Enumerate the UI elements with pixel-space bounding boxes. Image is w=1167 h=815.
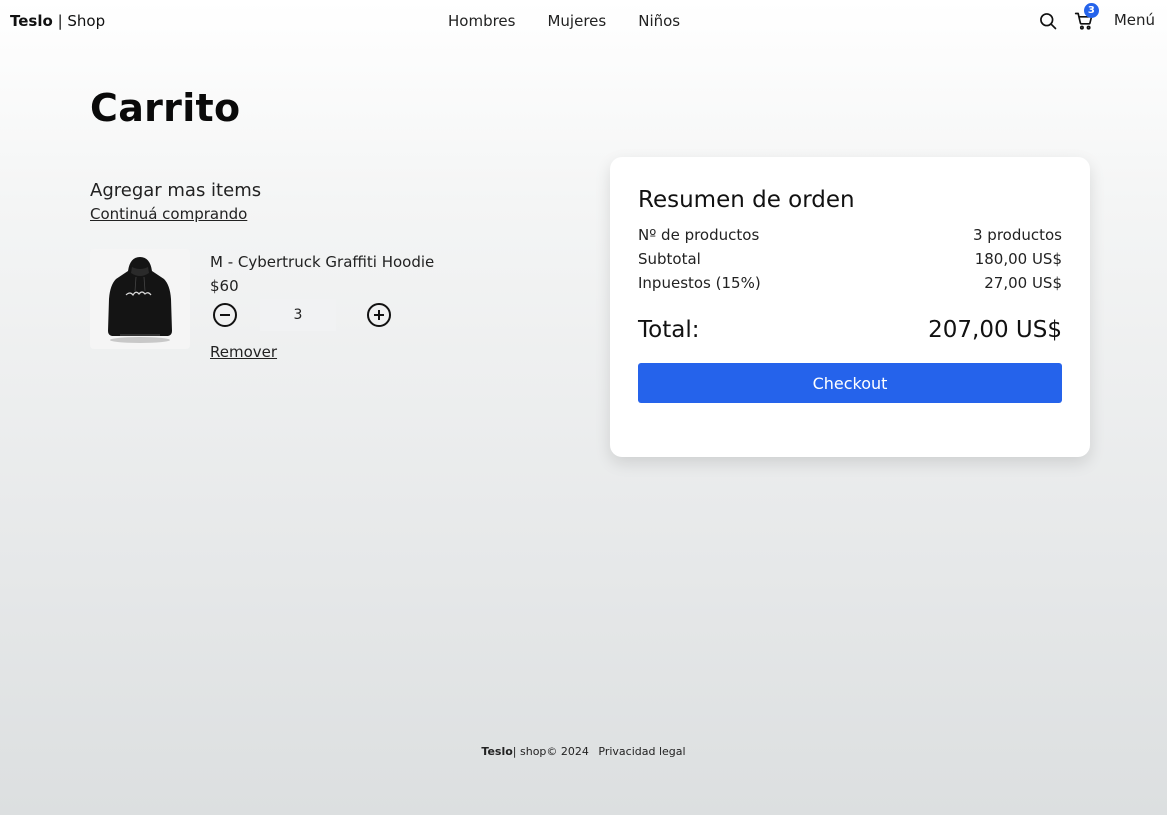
page-title: Carrito — [90, 86, 241, 130]
total-value: 207,00 US$ — [928, 317, 1062, 343]
summary-row-taxes: Inpuestos (15%) 27,00 US$ — [638, 271, 1062, 295]
cart-button[interactable]: 3 — [1072, 3, 1099, 32]
hoodie-image — [108, 257, 172, 343]
minus-circle-icon — [213, 303, 237, 327]
footer: Teslo| shop© 2024 Privacidad legal — [0, 745, 1167, 758]
search-icon — [1039, 13, 1057, 30]
product-price: $60 — [210, 277, 239, 295]
brand-suffix: | Shop — [52, 12, 106, 30]
decrease-quantity-button[interactable] — [210, 300, 240, 330]
cart-count-badge: 3 — [1083, 3, 1099, 18]
nav-link-hombres[interactable]: Hombres — [440, 10, 523, 32]
cart-items-section: Agregar mas items Continuá comprando M -… — [90, 180, 570, 361]
total-label: Total: — [638, 317, 700, 343]
cart-item-info: M - Cybertruck Graffiti Hoodie $60 3 Rem… — [210, 253, 434, 361]
quantity-stepper: 3 — [210, 299, 434, 331]
increase-quantity-button[interactable] — [364, 300, 394, 330]
summary-label: Nº de productos — [638, 226, 760, 244]
footer-copyright: | shop© 2024 — [512, 745, 589, 758]
top-navbar: Teslo | Shop Hombres Mujeres Niños 3 Men… — [0, 0, 1167, 44]
footer-brand: Teslo — [481, 745, 513, 758]
category-nav: Hombres Mujeres Niños — [440, 10, 704, 32]
continue-shopping-link[interactable]: Continuá comprando — [90, 205, 247, 223]
menu-button[interactable]: Menú — [1114, 11, 1155, 29]
order-summary-card: Resumen de orden Nº de productos 3 produ… — [610, 157, 1090, 457]
brand-name: Teslo — [10, 12, 53, 30]
nav-actions: 3 Menú — [1024, 3, 1155, 32]
nav-link-mujeres[interactable]: Mujeres — [539, 10, 614, 32]
quantity-value: 3 — [260, 299, 336, 331]
summary-row-subtotal: Subtotal 180,00 US$ — [638, 247, 1062, 271]
privacy-legal-link[interactable]: Privacidad legal — [598, 745, 685, 758]
summary-value: 180,00 US$ — [974, 250, 1062, 268]
search-button[interactable] — [1036, 8, 1060, 32]
summary-total-row: Total: 207,00 US$ — [638, 317, 1062, 343]
summary-value: 27,00 US$ — [984, 274, 1062, 292]
summary-label: Subtotal — [638, 250, 701, 268]
summary-value: 3 productos — [973, 226, 1062, 244]
product-image[interactable] — [90, 249, 190, 349]
nav-link-ninos[interactable]: Niños — [630, 10, 688, 32]
summary-title: Resumen de orden — [638, 187, 855, 213]
brand-logo-link[interactable]: Teslo | Shop — [10, 12, 105, 30]
summary-label: Inpuestos (15%) — [638, 274, 761, 292]
add-items-heading: Agregar mas items — [90, 180, 262, 201]
cart-item: M - Cybertruck Graffiti Hoodie $60 3 Rem… — [90, 249, 570, 369]
plus-circle-icon — [367, 303, 391, 327]
checkout-button[interactable]: Checkout — [638, 363, 1062, 403]
remove-item-link[interactable]: Remover — [210, 343, 277, 361]
summary-row-product-count: Nº de productos 3 productos — [638, 223, 1062, 247]
product-title-link[interactable]: M - Cybertruck Graffiti Hoodie — [210, 253, 434, 271]
